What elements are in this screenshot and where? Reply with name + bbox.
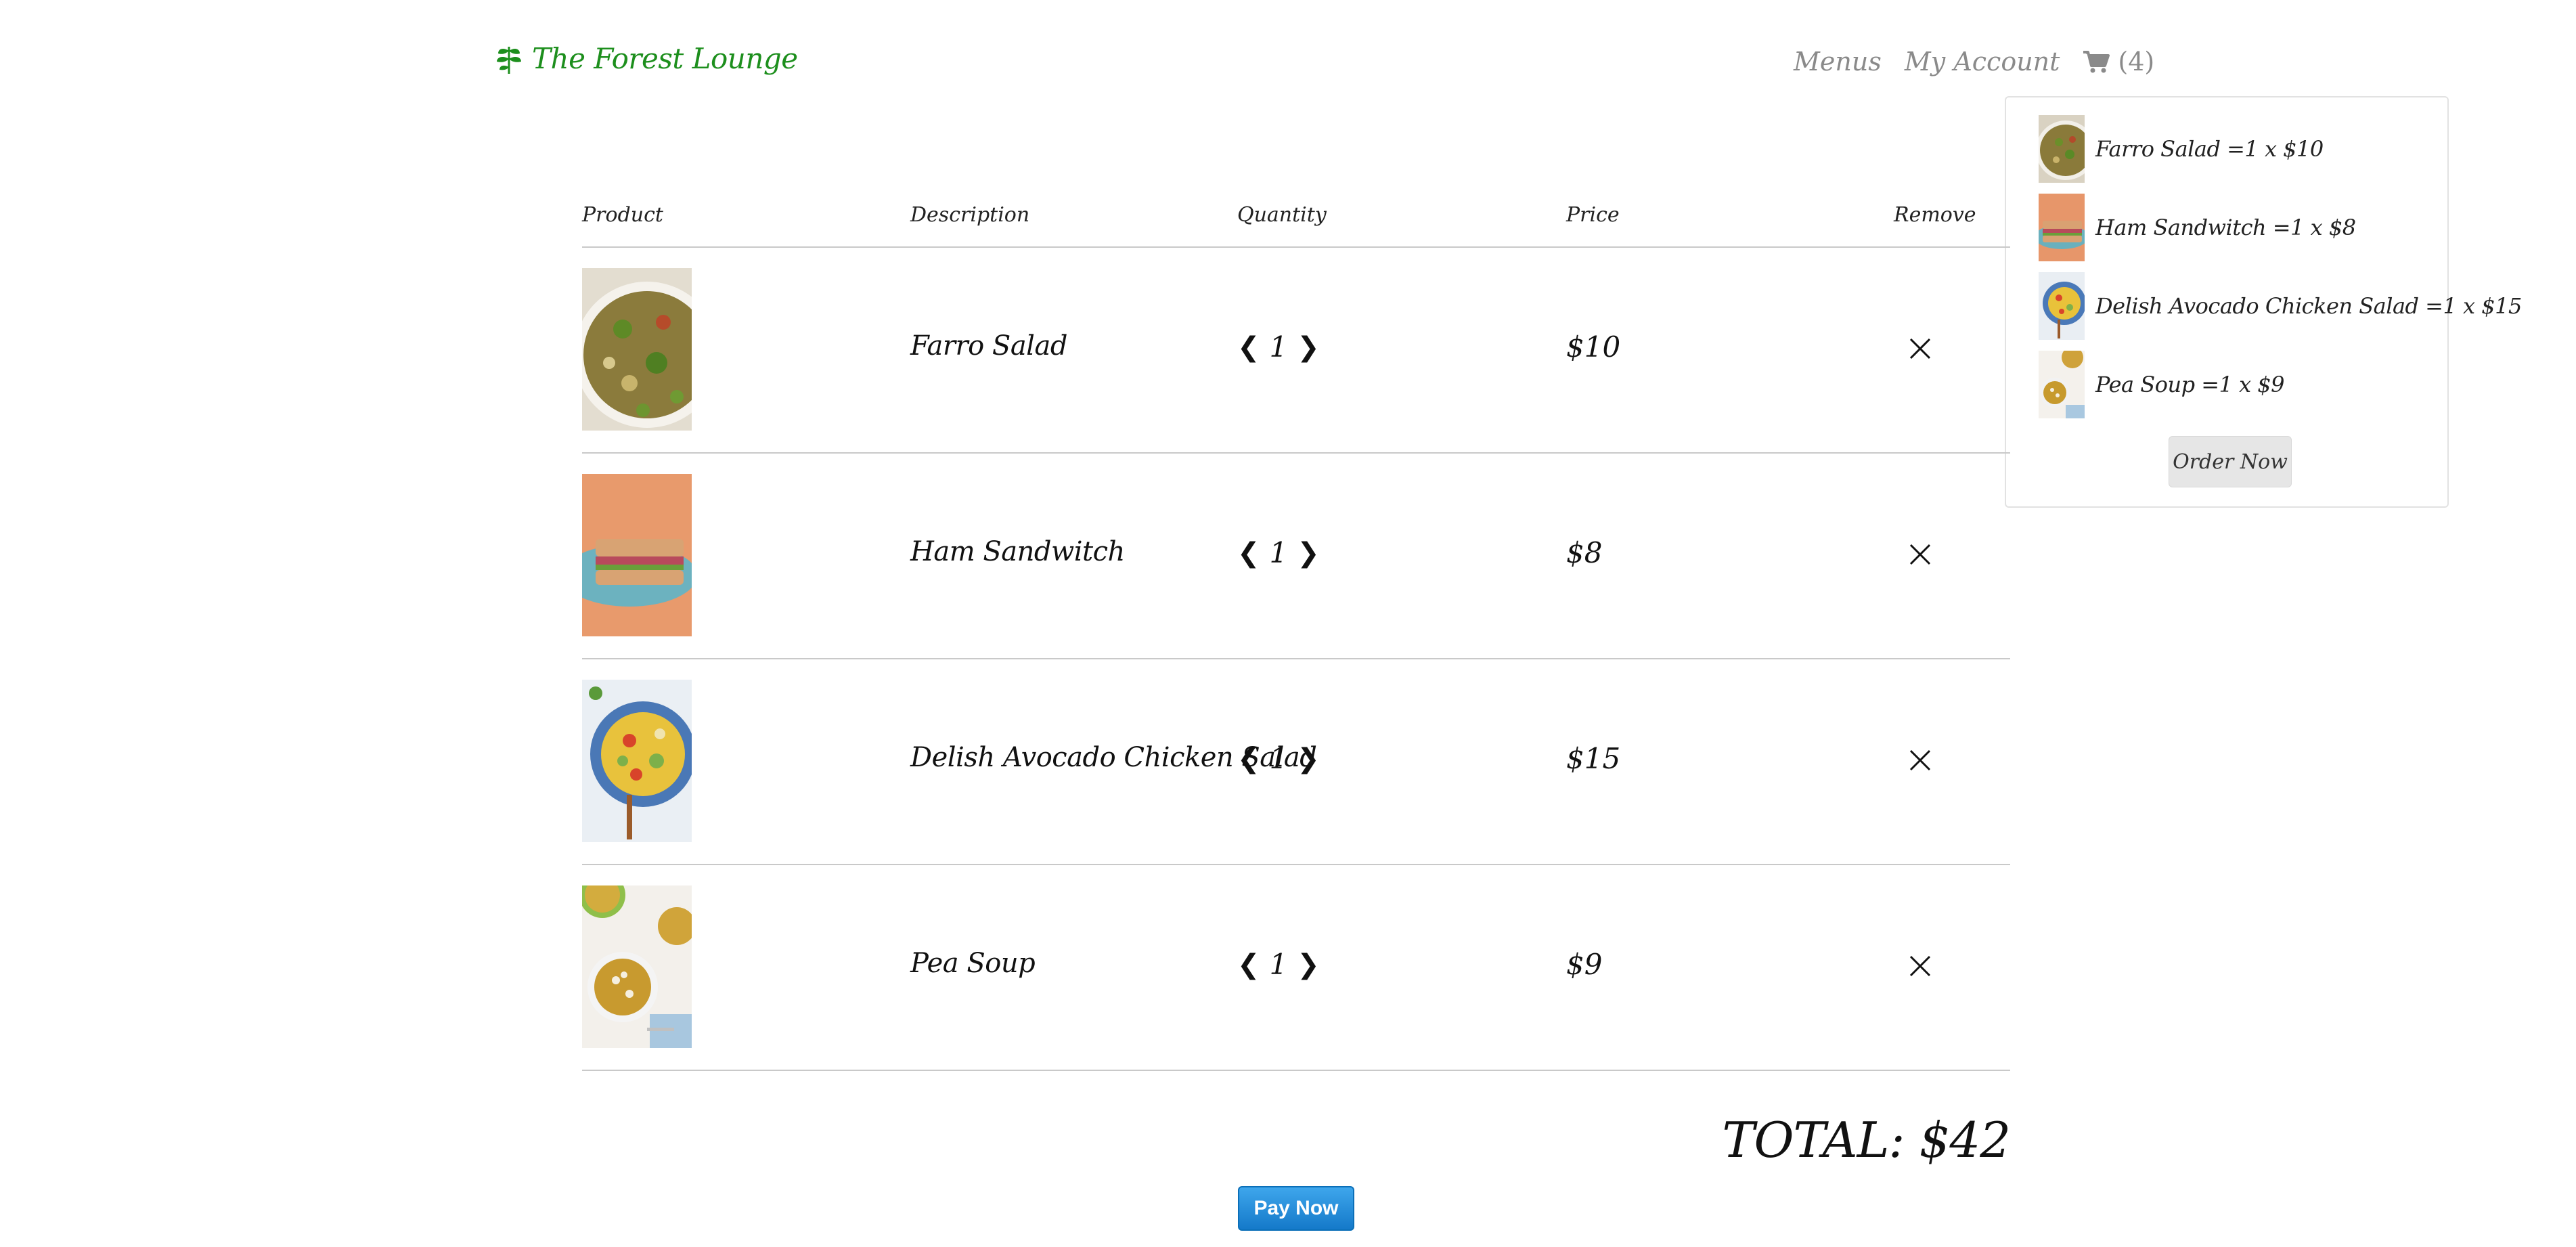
- product-description: Ham Sandwitch: [910, 536, 1125, 567]
- product-description: Farro Salad: [910, 330, 1067, 362]
- dropdown-item-label: Ham Sandwitch =1 x $8: [2095, 215, 2356, 240]
- decrease-quantity-button[interactable]: ❮: [1237, 334, 1260, 361]
- remove-item-button[interactable]: [1909, 749, 1932, 772]
- decrease-quantity-button[interactable]: ❮: [1237, 745, 1260, 772]
- product-price: $9: [1566, 948, 1603, 981]
- dropdown-cart-item[interactable]: Farro Salad =1 x $10: [2039, 115, 2324, 183]
- header-quantity: Quantity: [1237, 203, 1327, 227]
- cart-link[interactable]: (4): [2083, 47, 2154, 76]
- product-description: Pea Soup: [910, 948, 1036, 979]
- dropdown-cart-item[interactable]: Delish Avocado Chicken Salad =1 x $15: [2039, 272, 2522, 340]
- quantity-value: 1: [1269, 948, 1288, 981]
- row-divider: [582, 658, 2010, 659]
- product-price: $15: [1566, 742, 1621, 775]
- product-price: $10: [1566, 330, 1621, 364]
- cart-total: TOTAL: $42: [1722, 1112, 2011, 1168]
- order-now-button[interactable]: Order Now: [2169, 436, 2292, 487]
- shopping-cart-icon: [2083, 49, 2110, 74]
- header-description: Description: [910, 203, 1030, 227]
- avocado-chicken-salad-image: [582, 680, 692, 842]
- increase-quantity-button[interactable]: ❯: [1297, 951, 1320, 978]
- increase-quantity-button[interactable]: ❯: [1297, 540, 1320, 567]
- row-divider: [582, 864, 2010, 865]
- remove-item-button[interactable]: [1909, 543, 1932, 566]
- brand-name: The Forest Lounge: [532, 42, 798, 75]
- leaf-icon: [495, 43, 523, 75]
- ham-sandwich-image: [582, 474, 692, 636]
- quantity-stepper: ❮ 1 ❯: [1237, 536, 1320, 569]
- quantity-value: 1: [1269, 330, 1288, 364]
- increase-quantity-button[interactable]: ❯: [1297, 334, 1320, 361]
- decrease-quantity-button[interactable]: ❮: [1237, 951, 1260, 978]
- avocado-chicken-salad-thumbnail: [2039, 272, 2085, 340]
- cart-count: (4): [2118, 47, 2155, 76]
- dropdown-item-label: Delish Avocado Chicken Salad =1 x $15: [2095, 293, 2522, 319]
- product-price: $8: [1566, 536, 1603, 569]
- pea-soup-thumbnail: [2039, 351, 2085, 418]
- quantity-value: 1: [1269, 742, 1288, 775]
- nav-my-account-link[interactable]: My Account: [1905, 47, 2060, 76]
- dropdown-cart-item[interactable]: Ham Sandwitch =1 x $8: [2039, 194, 2356, 261]
- pay-now-button[interactable]: Pay Now: [1238, 1186, 1354, 1231]
- dropdown-cart-item[interactable]: Pea Soup =1 x $9: [2039, 351, 2285, 418]
- close-icon: [1909, 544, 1931, 565]
- brand-logo-link[interactable]: The Forest Lounge: [495, 42, 798, 75]
- close-icon: [1909, 955, 1931, 977]
- remove-item-button[interactable]: [1909, 337, 1932, 360]
- increase-quantity-button[interactable]: ❯: [1297, 745, 1320, 772]
- top-nav: Menus My Account (4): [1794, 42, 2154, 81]
- row-divider: [582, 1070, 2010, 1071]
- dropdown-item-label: Pea Soup =1 x $9: [2095, 372, 2285, 397]
- quantity-stepper: ❮ 1 ❯: [1237, 330, 1320, 364]
- dropdown-item-label: Farro Salad =1 x $10: [2095, 136, 2324, 162]
- close-icon: [1909, 338, 1931, 359]
- row-divider: [582, 452, 2010, 454]
- pea-soup-image: [582, 885, 692, 1048]
- header-price: Price: [1566, 203, 1620, 227]
- remove-item-button[interactable]: [1909, 955, 1932, 978]
- ham-sandwich-thumbnail: [2039, 194, 2085, 261]
- decrease-quantity-button[interactable]: ❮: [1237, 540, 1260, 567]
- quantity-stepper: ❮ 1 ❯: [1237, 742, 1320, 775]
- farro-salad-image: [582, 268, 692, 431]
- nav-menus-link[interactable]: Menus: [1794, 47, 1882, 76]
- quantity-stepper: ❮ 1 ❯: [1237, 948, 1320, 981]
- farro-salad-thumbnail: [2039, 115, 2085, 183]
- quantity-value: 1: [1269, 536, 1288, 569]
- cart-dropdown: Farro Salad =1 x $10 Ham Sandwitch =1 x …: [2005, 96, 2522, 508]
- close-icon: [1909, 749, 1931, 771]
- header-remove: Remove: [1894, 203, 1976, 227]
- header-divider: [582, 246, 2010, 248]
- header-product: Product: [582, 203, 663, 227]
